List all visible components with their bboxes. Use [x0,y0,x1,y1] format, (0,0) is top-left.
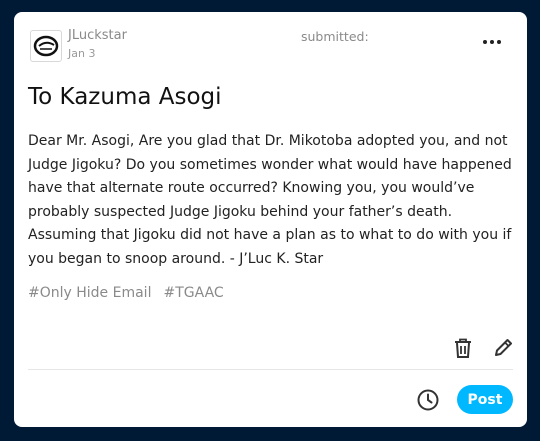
pencil-icon[interactable] [492,337,514,359]
trash-icon[interactable] [452,337,474,359]
post-title: To Kazuma Asogi [28,84,222,110]
more-dots-icon[interactable] [483,34,507,50]
tag[interactable]: #Only Hide Email [28,285,151,301]
post-button[interactable]: Post [457,385,513,414]
avatar[interactable] [30,30,62,62]
clock-icon[interactable] [416,388,440,412]
avatar-logo-icon [33,35,59,57]
post-card: JLuckstar Jan 3 submitted: To Kazuma Aso… [14,12,527,427]
tag[interactable]: #TGAAC [163,285,223,301]
post-body: Dear Mr. Asogi, Are you glad that Dr. Mi… [28,133,512,267]
tag-list: #Only Hide Email #TGAAC [28,285,224,301]
username[interactable]: JLuckstar [68,28,127,43]
divider [28,369,513,370]
post-date: Jan 3 [68,47,96,60]
status-label: submitted: [301,29,369,44]
